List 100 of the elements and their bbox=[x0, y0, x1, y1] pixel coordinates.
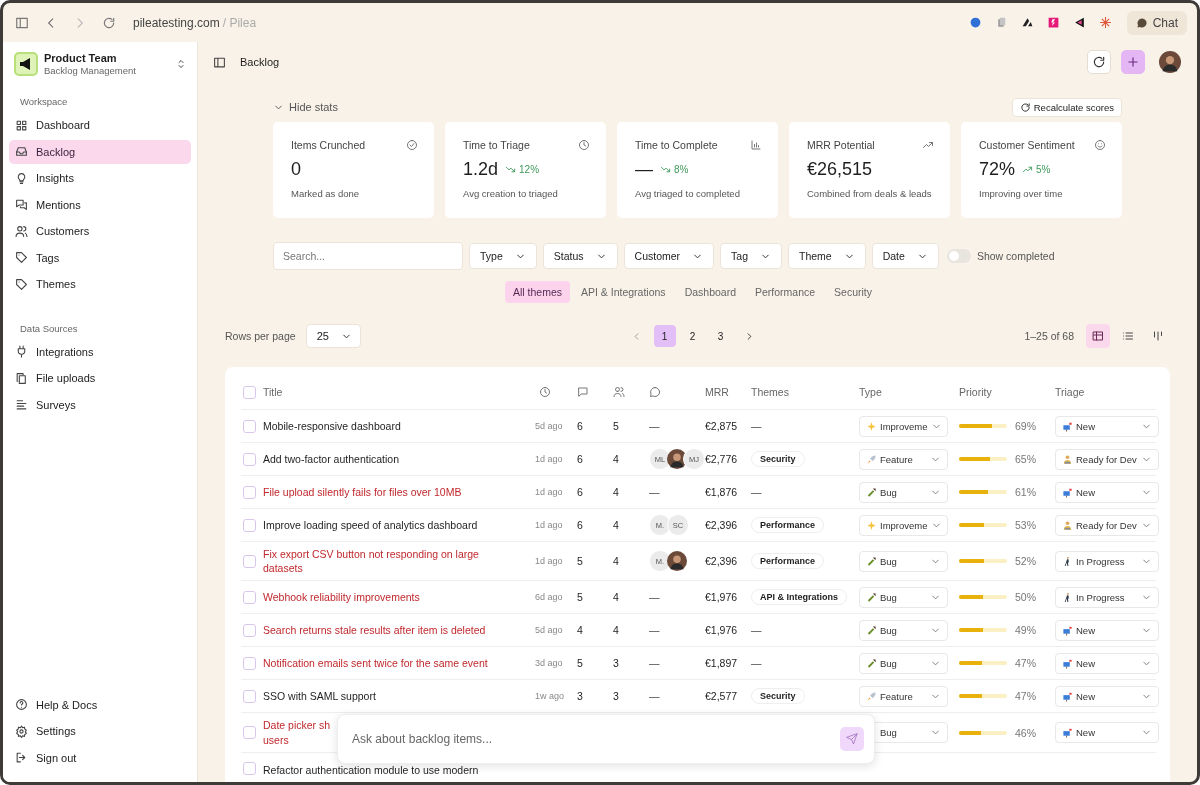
triage-select[interactable]: New bbox=[1055, 415, 1159, 437]
recalculate-button[interactable]: Recalculate scores bbox=[1011, 97, 1122, 117]
nav-item[interactable]: Settings bbox=[9, 719, 191, 743]
type-select[interactable]: Bug bbox=[859, 586, 948, 608]
triage-select[interactable]: Ready for Dev bbox=[1055, 448, 1159, 470]
theme-tab[interactable]: Performance bbox=[747, 281, 824, 303]
page-button[interactable]: 2 bbox=[681, 325, 704, 347]
triage-select[interactable]: Ready for Dev bbox=[1055, 514, 1159, 536]
rows-select[interactable]: 25 bbox=[305, 324, 361, 348]
reload-icon[interactable] bbox=[102, 15, 116, 30]
nav-item[interactable]: Themes bbox=[9, 272, 191, 296]
refresh-button[interactable] bbox=[1087, 50, 1111, 74]
sidebar-icon[interactable] bbox=[15, 15, 29, 30]
triage-select[interactable]: In Progress bbox=[1055, 550, 1159, 572]
nav-item[interactable]: Tags bbox=[9, 245, 191, 270]
triage-select[interactable]: New bbox=[1055, 652, 1159, 674]
item-title[interactable]: SSO with SAML support bbox=[263, 684, 382, 709]
triage-select[interactable]: New bbox=[1055, 481, 1159, 503]
checkbox[interactable] bbox=[243, 689, 256, 703]
filter-dropdown[interactable]: Tag bbox=[720, 243, 782, 269]
lines-icon bbox=[15, 398, 28, 411]
hide-stats-toggle[interactable]: Hide stats bbox=[273, 101, 338, 113]
stat-value: 1.2d bbox=[463, 159, 499, 180]
column-header: Title bbox=[263, 386, 283, 398]
filter-dropdown[interactable]: Customer bbox=[623, 243, 715, 269]
triage-select[interactable]: New bbox=[1055, 619, 1159, 641]
checkbox[interactable] bbox=[243, 518, 256, 532]
chat-input[interactable]: Ask about backlog items... bbox=[352, 732, 832, 746]
type-select[interactable]: Bug bbox=[859, 550, 948, 572]
theme-tab[interactable]: All themes bbox=[504, 281, 570, 303]
nav-item[interactable]: File uploads bbox=[9, 366, 191, 390]
checkbox[interactable] bbox=[243, 419, 256, 433]
customer-count: 3 bbox=[613, 690, 619, 703]
triangle-icon[interactable] bbox=[1072, 16, 1086, 29]
nav-item[interactable]: Help & Docs bbox=[9, 692, 191, 717]
checkbox[interactable] bbox=[243, 554, 256, 568]
checkbox[interactable] bbox=[243, 590, 256, 604]
checkbox[interactable] bbox=[243, 726, 256, 739]
customer-count: 4 bbox=[613, 486, 619, 498]
nav-item[interactable]: Dashboard bbox=[9, 113, 191, 137]
chat-dialog[interactable]: Ask about backlog items... bbox=[337, 714, 875, 764]
settings-icon bbox=[15, 724, 28, 738]
stat-value: €26,515 bbox=[807, 159, 873, 180]
type-select[interactable]: Bug bbox=[859, 481, 948, 503]
search-field[interactable]: Search... bbox=[273, 242, 463, 270]
item-title[interactable]: Fix export CSV button not responding on large datasets bbox=[263, 542, 509, 581]
nav-item[interactable]: Backlog bbox=[9, 139, 191, 164]
nav-item[interactable]: Insights bbox=[9, 166, 191, 190]
swoosh-icon[interactable] bbox=[1020, 16, 1034, 29]
nav-item[interactable]: Integrations bbox=[9, 339, 191, 364]
comment-count: 4 bbox=[577, 624, 583, 637]
checkbox[interactable] bbox=[243, 623, 256, 637]
type-select[interactable]: Feature bbox=[859, 685, 948, 707]
item-title[interactable]: Improve loading speed of analytics dashboard bbox=[263, 512, 484, 538]
checkbox[interactable] bbox=[243, 656, 256, 670]
triage-select[interactable]: In Progress bbox=[1055, 586, 1159, 608]
item-title[interactable]: Mobile-responsive dashboard bbox=[263, 413, 407, 439]
triage-select[interactable]: New bbox=[1055, 685, 1159, 707]
nav-item[interactable]: Sign out bbox=[9, 745, 191, 770]
item-title[interactable]: Add two-factor authentication bbox=[263, 446, 405, 472]
chat-button[interactable]: Chat bbox=[1126, 10, 1187, 35]
avatar[interactable] bbox=[1159, 51, 1181, 73]
item-title[interactable]: File upload silently fails for files over 10MB bbox=[263, 479, 468, 505]
type-select[interactable]: Improveme bbox=[859, 415, 948, 437]
checkbox[interactable] bbox=[243, 762, 256, 776]
square-icon[interactable] bbox=[1046, 16, 1060, 29]
checkbox[interactable] bbox=[243, 485, 256, 499]
checkbox[interactable] bbox=[243, 385, 256, 399]
address-url[interactable]: pileatesting.com bbox=[133, 15, 220, 30]
page-button[interactable]: 3 bbox=[709, 325, 732, 347]
type-select[interactable]: Improveme bbox=[859, 514, 948, 536]
item-title[interactable]: Search returns stale results after item is deleted bbox=[263, 618, 492, 643]
priority-bar bbox=[959, 457, 1007, 461]
type-select[interactable]: Feature bbox=[859, 448, 948, 470]
asterisk-icon[interactable] bbox=[1098, 16, 1112, 29]
filter-dropdown[interactable]: Type bbox=[469, 243, 537, 269]
item-title[interactable]: Date picker sh users bbox=[263, 713, 337, 752]
table-view-button[interactable] bbox=[1086, 324, 1110, 348]
nav-item[interactable]: Mentions bbox=[9, 192, 191, 217]
add-button[interactable] bbox=[1121, 50, 1145, 74]
nav-item[interactable]: Surveys bbox=[9, 392, 191, 417]
theme-tab[interactable]: Dashboard bbox=[676, 281, 744, 303]
theme-tab[interactable]: Security bbox=[826, 281, 881, 303]
item-title[interactable]: Webhook reliability improvements bbox=[263, 585, 426, 610]
type-select[interactable]: Bug bbox=[859, 619, 948, 641]
filter-dropdown[interactable]: Theme bbox=[788, 243, 866, 269]
filter-dropdown[interactable]: Status bbox=[542, 243, 618, 269]
sidebar-toggle-icon[interactable] bbox=[213, 55, 226, 69]
theme-tab[interactable]: API & Integrations bbox=[573, 281, 674, 303]
nav-item[interactable]: Customers bbox=[9, 219, 191, 243]
item-title[interactable]: Notification emails sent twice for the same event bbox=[263, 651, 494, 676]
team-switcher[interactable]: Product Team Backlog Management bbox=[9, 50, 191, 94]
filter-dropdown[interactable]: Date bbox=[871, 243, 939, 269]
triage-select[interactable]: New bbox=[1055, 722, 1159, 743]
checkbox[interactable] bbox=[243, 452, 256, 466]
mailbox-icon bbox=[1062, 690, 1073, 702]
toggle-switch[interactable] bbox=[946, 249, 971, 263]
send-button[interactable] bbox=[840, 727, 864, 751]
page-button[interactable]: 1 bbox=[653, 325, 676, 347]
type-select[interactable]: Bug bbox=[859, 652, 948, 674]
